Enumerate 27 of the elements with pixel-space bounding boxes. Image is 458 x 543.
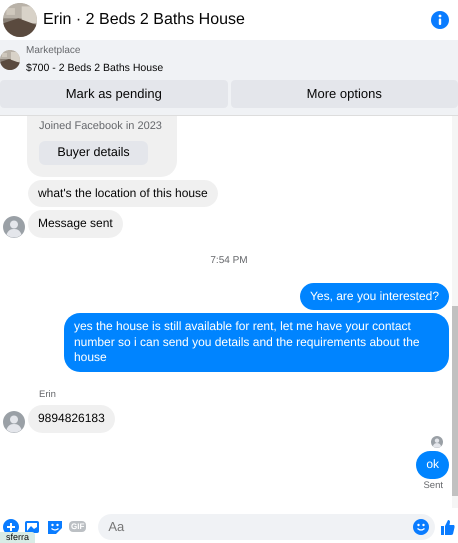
message-bubble: 9894826183: [28, 405, 115, 433]
seen-avatar: [431, 436, 443, 448]
listing-action-button[interactable]: Mark as pending: [0, 80, 228, 108]
joined-text: Joined Facebook in 2023: [39, 119, 163, 134]
chat-title: Erin · 2 Beds 2 Baths House: [43, 10, 246, 30]
sender-name: Erin: [39, 389, 56, 400]
message-bubble: Yes, are you interested?: [300, 282, 449, 310]
emoji-icon[interactable]: [413, 518, 429, 534]
avatar: [3, 216, 25, 238]
sticker-icon[interactable]: [47, 518, 63, 534]
listing-title: $700 - 2 Beds 2 Baths House: [26, 61, 164, 76]
message-input[interactable]: Aa: [98, 514, 435, 540]
image-icon[interactable]: [25, 519, 41, 534]
message-bubble: ok: [416, 450, 449, 478]
listing-source: Marketplace: [26, 44, 82, 58]
listing-action-button[interactable]: More options: [230, 80, 458, 108]
tooltip: sferra: [0, 532, 36, 543]
buyer-details-button[interactable]: Buyer details: [39, 140, 148, 164]
like-icon[interactable]: [441, 518, 455, 534]
timestamp: 7:54 PM: [210, 254, 248, 266]
message-bubble: what's the location of this house: [28, 180, 218, 208]
info-icon[interactable]: [431, 11, 449, 29]
message-status: Sent: [423, 478, 443, 492]
avatar: [3, 410, 25, 433]
scrollbar[interactable]: [452, 306, 458, 496]
message-bubble: Message sent: [28, 210, 123, 238]
message-bubble: yes the house is still available for rent, let me have your contact number so i can send you details and the requirements about the house: [64, 313, 449, 372]
